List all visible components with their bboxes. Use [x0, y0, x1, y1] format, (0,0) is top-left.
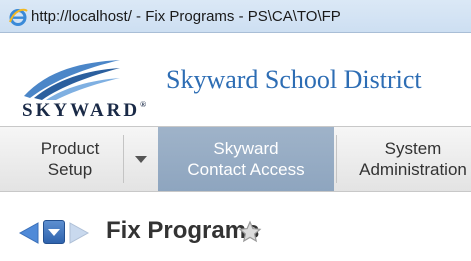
menu-item-label: Skyward — [213, 139, 279, 158]
logo-swoosh-icon — [24, 60, 120, 100]
menu-item-label: Product — [40, 139, 100, 158]
district-name: Skyward School District — [166, 65, 422, 94]
navigation-menu-button[interactable] — [43, 220, 65, 244]
menu-separator — [336, 135, 337, 183]
main-menu-bar: Product Setup Skyward Contact Access Sys… — [0, 126, 471, 192]
menu-item-product-setup[interactable]: Product Setup — [18, 127, 122, 191]
page-title-bar: Fix Programs — [0, 193, 471, 261]
skyward-logo[interactable]: SKYWARD® — [20, 56, 146, 122]
menu-item-system-administration[interactable]: System Administration — [338, 127, 471, 191]
forward-arrow-icon[interactable] — [68, 221, 90, 245]
chevron-down-icon — [48, 229, 60, 236]
logo-wordmark: SKYWARD® — [22, 100, 147, 121]
chevron-down-icon — [135, 155, 147, 163]
page-title: Fix Programs — [106, 217, 260, 244]
menu-item-label: System — [384, 139, 442, 158]
menu-item-skyward-contact-access[interactable]: Skyward Contact Access — [158, 127, 334, 191]
window-title-bar: http://localhost/ - Fix Programs - PS\CA… — [0, 0, 471, 33]
menu-item-label: Administration — [359, 160, 467, 179]
menu-item-label: Contact Access — [187, 160, 305, 179]
ie-icon — [9, 8, 28, 26]
favorite-star-icon[interactable] — [238, 220, 262, 244]
window-title: http://localhost/ - Fix Programs - PS\CA… — [31, 8, 341, 25]
menu-item-label: Setup — [47, 160, 93, 179]
menu-dropdown-button[interactable] — [124, 127, 158, 191]
back-arrow-icon[interactable] — [18, 221, 40, 245]
